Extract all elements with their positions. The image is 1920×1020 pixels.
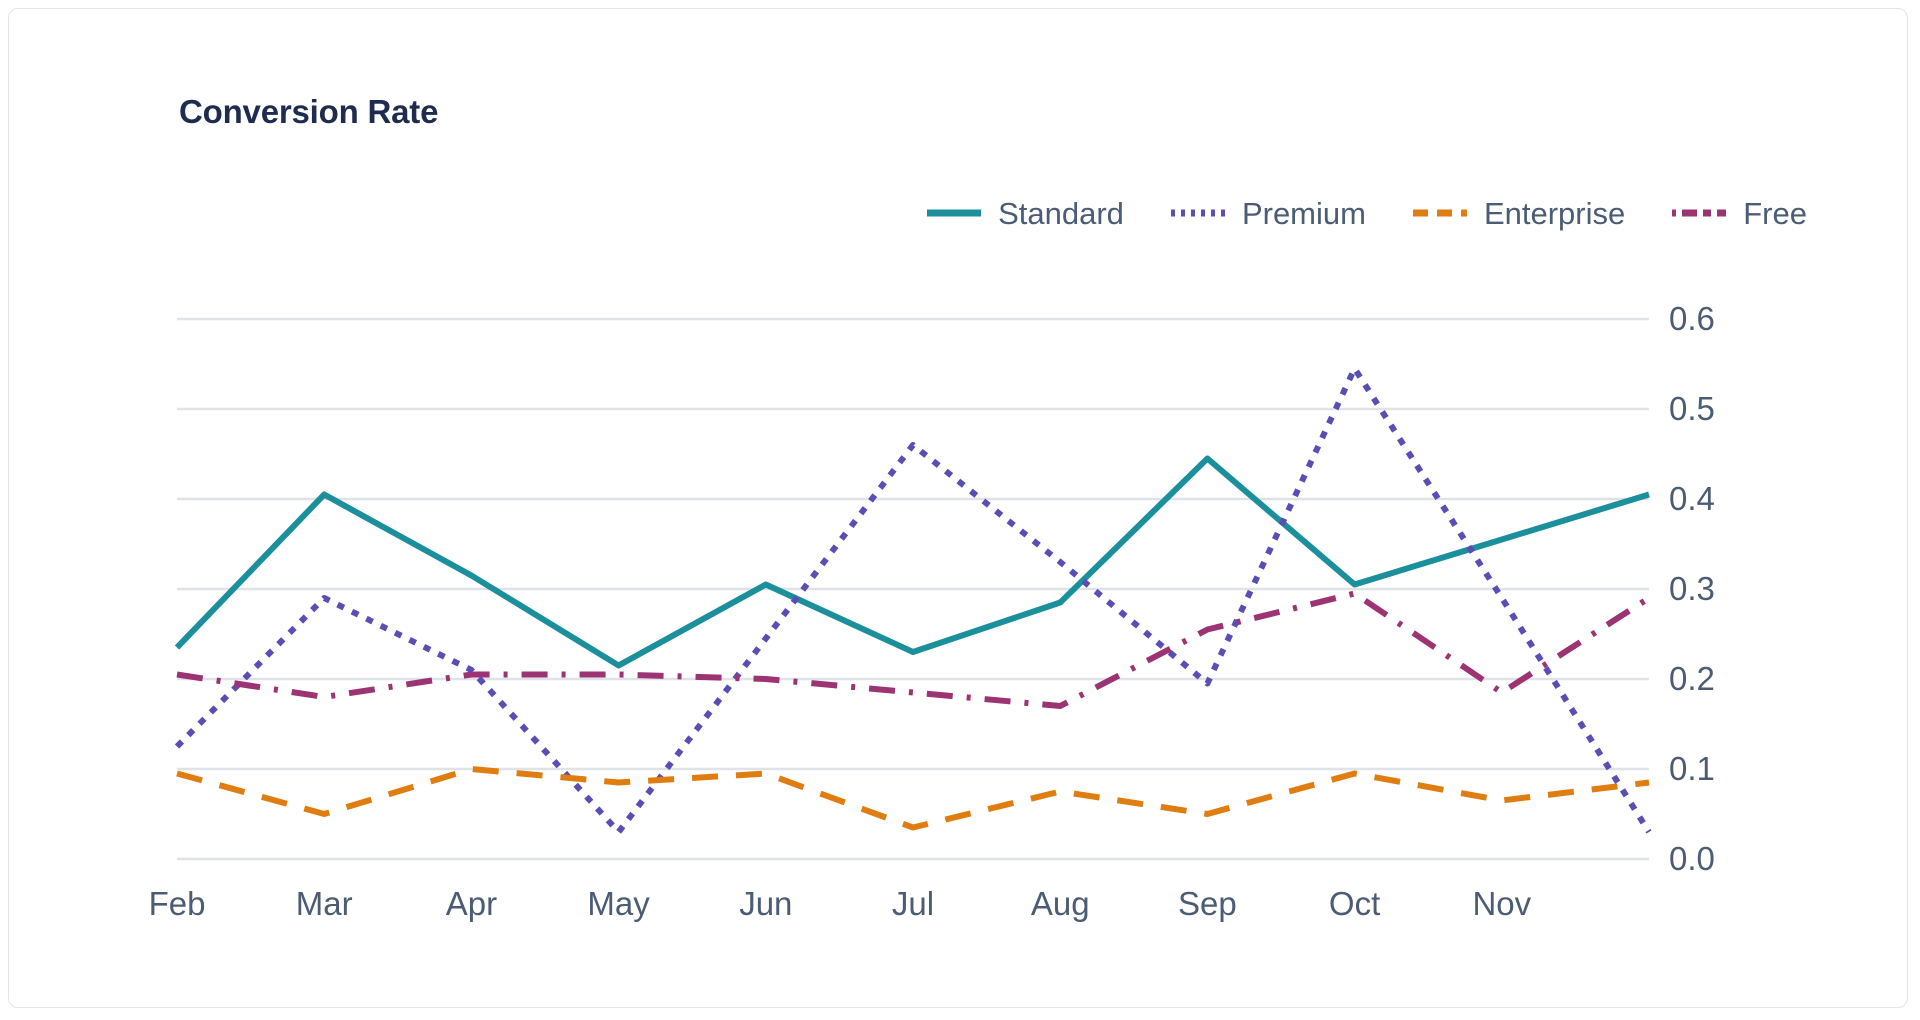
legend-label: Premium xyxy=(1241,195,1366,231)
legend-swatch-standard-icon xyxy=(927,209,982,217)
y-axis-tick-label: 0.4 xyxy=(1669,480,1715,517)
y-axis-tick-label: 0.0 xyxy=(1669,840,1715,877)
x-axis-tick-label: May xyxy=(587,885,650,922)
plot-area xyxy=(174,317,1652,861)
legend-item-free[interactable]: Free xyxy=(1671,198,1807,229)
y-axis-tick-label: 0.3 xyxy=(1669,570,1715,607)
y-axis-tick-label: 0.6 xyxy=(1669,300,1715,337)
y-axis-tick-label: 0.1 xyxy=(1669,750,1715,787)
x-axis-tick-label: Apr xyxy=(445,885,498,922)
series-line-enterprise xyxy=(176,766,1650,831)
series-line-premium xyxy=(174,365,1652,835)
legend-label: Free xyxy=(1743,195,1807,231)
x-axis-tick-label: Jun xyxy=(739,885,793,922)
legend-swatch-enterprise-icon xyxy=(1412,209,1467,217)
legend-item-premium[interactable]: Premium xyxy=(1170,198,1366,229)
legend-item-standard[interactable]: Standard xyxy=(926,198,1124,229)
legend-item-enterprise[interactable]: Enterprise xyxy=(1412,198,1625,229)
x-axis-tick-label: Oct xyxy=(1328,885,1381,922)
legend-label: Standard xyxy=(998,195,1124,231)
x-axis-tick-label: Aug xyxy=(1030,885,1090,922)
x-axis-tick-label: Mar xyxy=(295,885,353,922)
x-axis-tick-label: Feb xyxy=(148,885,206,922)
x-axis-tick-label: Nov xyxy=(1472,885,1532,922)
page-title: Conversion Rate xyxy=(179,93,439,130)
line-chart-svg xyxy=(174,317,1652,861)
legend-label: Enterprise xyxy=(1483,195,1626,231)
x-axis-tick-label: Sep xyxy=(1178,885,1237,922)
y-axis-tick-label: 0.2 xyxy=(1669,660,1715,697)
y-axis-tick-label: 0.5 xyxy=(1669,390,1715,427)
legend-swatch-free-icon xyxy=(1672,209,1727,217)
chart-card: Conversion Rate Standard Premium Enterpris… xyxy=(8,8,1908,1008)
legend-swatch-premium-icon xyxy=(1170,209,1225,217)
chart-legend: Standard Premium Enterprise Free xyxy=(926,193,1807,233)
x-axis-tick-label: Jul xyxy=(891,885,935,922)
